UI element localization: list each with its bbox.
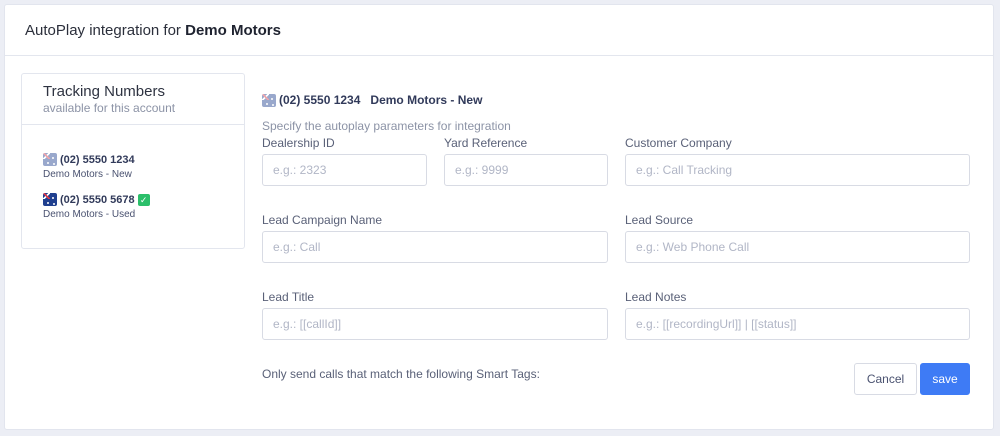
checkmark-icon: ✓ — [137, 193, 150, 206]
tracking-number: (02) 5550 1234 — [60, 153, 135, 166]
lead-notes-label: Lead Notes — [625, 290, 687, 304]
lead-title-label: Lead Title — [262, 290, 315, 304]
customer-company-label: Customer Company — [625, 136, 732, 150]
selected-number: (02) 5550 1234 — [279, 93, 361, 107]
au-flag-icon — [43, 193, 57, 206]
lead-source-input[interactable] — [625, 231, 970, 263]
account-name: Demo Motors — [185, 22, 281, 39]
form-intro: Specify the autoplay parameters for inte… — [262, 119, 511, 133]
smart-tags-note: Only send calls that match the following… — [262, 367, 540, 381]
yard-reference-label: Yard Reference — [444, 136, 528, 150]
lead-campaign-name-label: Lead Campaign Name — [262, 213, 383, 227]
tracking-numbers-subtitle: available for this account — [43, 101, 176, 115]
customer-company-input[interactable] — [625, 154, 970, 186]
page-title-prefix: AutoPlay integration for — [25, 22, 181, 39]
tracking-numbers-header: Tracking Numbers available for this acco… — [22, 74, 244, 125]
yard-reference-input[interactable] — [444, 154, 608, 186]
lead-title-input[interactable] — [262, 308, 608, 340]
page-title: AutoPlay integration for Demo Motors — [25, 22, 281, 39]
tracking-number-name: Demo Motors - Used — [43, 209, 136, 220]
dealership-id-label: Dealership ID — [262, 136, 335, 150]
card-header: AutoPlay integration for Demo Motors — [5, 5, 993, 56]
lead-campaign-name-input[interactable] — [262, 231, 608, 263]
tracking-numbers-title: Tracking Numbers — [43, 83, 165, 100]
cancel-button[interactable]: Cancel — [854, 363, 917, 395]
tracking-number-item[interactable]: (02) 5550 1234 Demo Motors - New — [43, 152, 135, 180]
tracking-number: (02) 5550 5678 — [60, 193, 135, 206]
selected-number-name: Demo Motors - New — [370, 93, 483, 107]
au-flag-icon — [43, 153, 57, 166]
tracking-number-item[interactable]: (02) 5550 5678 ✓ Demo Motors - Used — [43, 192, 150, 220]
dealership-id-input[interactable] — [262, 154, 427, 186]
au-flag-icon — [262, 93, 276, 107]
lead-source-label: Lead Source — [625, 213, 694, 227]
tracking-number-name: Demo Motors - New — [43, 169, 132, 180]
selected-number-row: (02) 5550 1234 Demo Motors - New — [262, 93, 482, 107]
tracking-numbers-panel: Tracking Numbers available for this acco… — [21, 73, 245, 249]
save-button[interactable]: save — [920, 363, 970, 395]
lead-notes-input[interactable] — [625, 308, 970, 340]
